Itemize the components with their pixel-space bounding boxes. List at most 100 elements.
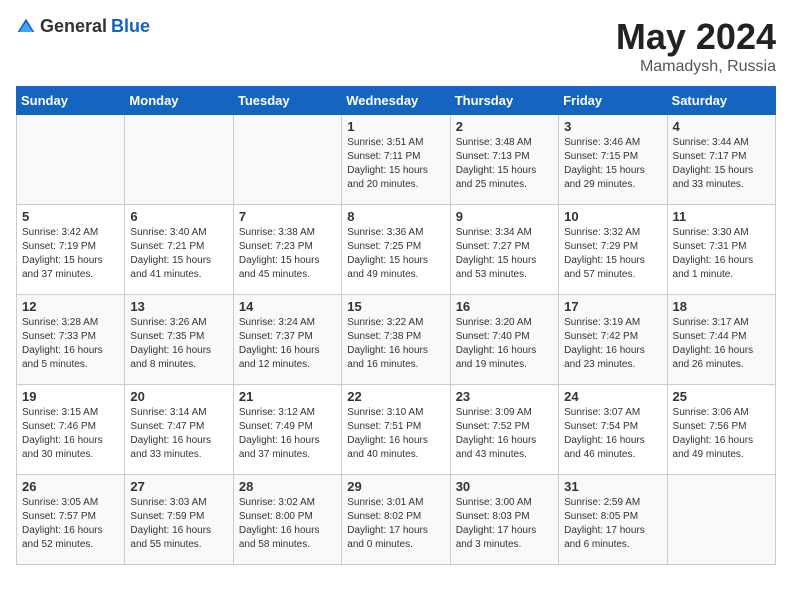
- day-number: 27: [130, 479, 227, 494]
- calendar-week-row: 1 Sunrise: 3:51 AM Sunset: 7:11 PM Daylig…: [17, 115, 776, 205]
- calendar-day-cell: [125, 115, 233, 205]
- calendar-day-cell: 7 Sunrise: 3:38 AM Sunset: 7:23 PM Daylig…: [233, 205, 341, 295]
- day-number: 3: [564, 119, 661, 134]
- day-number: 1: [347, 119, 444, 134]
- calendar-day-cell: 29Sunrise: 3:01 AM Sunset: 8:02 PM Dayli…: [342, 475, 450, 565]
- calendar-day-cell: [17, 115, 125, 205]
- header: GeneralBlue May 2024 Mamadysh, Russia: [16, 16, 776, 76]
- calendar-day-cell: 9 Sunrise: 3:34 AM Sunset: 7:27 PM Daylig…: [450, 205, 558, 295]
- day-info: Sunrise: 3:34 AM Sunset: 7:27 PM Dayligh…: [456, 226, 553, 282]
- day-number: 20: [130, 389, 227, 404]
- day-number: 21: [239, 389, 336, 404]
- logo: GeneralBlue: [16, 16, 150, 37]
- day-info: Sunrise: 3:48 AM Sunset: 7:13 PM Dayligh…: [456, 136, 553, 192]
- calendar-day-cell: 18 Sunrise: 3:17 AM Sunset: 7:44 PM Dayli…: [667, 295, 775, 385]
- day-of-week-header: Monday: [125, 87, 233, 115]
- calendar-day-cell: 22Sunrise: 3:10 AM Sunset: 7:51 PM Dayli…: [342, 385, 450, 475]
- day-info: Sunrise: 3:02 AM Sunset: 8:00 PM Dayligh…: [239, 496, 336, 552]
- day-number: 22: [347, 389, 444, 404]
- calendar-day-cell: 20 Sunrise: 3:14 AM Sunset: 7:47 PM Dayli…: [125, 385, 233, 475]
- day-number: 4: [673, 119, 770, 134]
- day-number: 2: [456, 119, 553, 134]
- day-info: Sunrise: 3:44 AM Sunset: 7:17 PM Dayligh…: [673, 136, 770, 192]
- title-area: May 2024 Mamadysh, Russia: [616, 16, 776, 76]
- calendar-day-cell: [667, 475, 775, 565]
- calendar-location: Mamadysh, Russia: [616, 58, 776, 76]
- day-info: Sunrise: 3:12 AM Sunset: 7:49 PM Dayligh…: [239, 406, 336, 462]
- day-info: Sunrise: 3:09 AM Sunset: 7:52 PM Dayligh…: [456, 406, 553, 462]
- calendar-day-cell: 12Sunrise: 3:28 AM Sunset: 7:33 PM Dayli…: [17, 295, 125, 385]
- day-of-week-header: Friday: [559, 87, 667, 115]
- day-number: 12: [22, 299, 119, 314]
- day-info: Sunrise: 3:05 AM Sunset: 7:57 PM Dayligh…: [22, 496, 119, 552]
- day-info: Sunrise: 3:36 AM Sunset: 7:25 PM Dayligh…: [347, 226, 444, 282]
- calendar-day-cell: 17 Sunrise: 3:19 AM Sunset: 7:42 PM Dayli…: [559, 295, 667, 385]
- day-info: Sunrise: 3:14 AM Sunset: 7:47 PM Dayligh…: [130, 406, 227, 462]
- day-info: Sunrise: 3:46 AM Sunset: 7:15 PM Dayligh…: [564, 136, 661, 192]
- day-number: 28: [239, 479, 336, 494]
- day-number: 9: [456, 209, 553, 224]
- calendar-day-cell: 6 Sunrise: 3:40 AM Sunset: 7:21 PM Daylig…: [125, 205, 233, 295]
- day-number: 24: [564, 389, 661, 404]
- day-info: Sunrise: 3:32 AM Sunset: 7:29 PM Dayligh…: [564, 226, 661, 282]
- calendar-day-cell: 28 Sunrise: 3:02 AM Sunset: 8:00 PM Dayli…: [233, 475, 341, 565]
- calendar-day-cell: 2 Sunrise: 3:48 AM Sunset: 7:13 PM Daylig…: [450, 115, 558, 205]
- day-info: Sunrise: 2:59 AM Sunset: 8:05 PM Dayligh…: [564, 496, 661, 552]
- day-number: 25: [673, 389, 770, 404]
- day-number: 19: [22, 389, 119, 404]
- day-info: Sunrise: 3:19 AM Sunset: 7:42 PM Dayligh…: [564, 316, 661, 372]
- calendar-day-cell: 26 Sunrise: 3:05 AM Sunset: 7:57 PM Dayli…: [17, 475, 125, 565]
- day-info: Sunrise: 3:24 AM Sunset: 7:37 PM Dayligh…: [239, 316, 336, 372]
- day-number: 31: [564, 479, 661, 494]
- calendar-week-row: 12Sunrise: 3:28 AM Sunset: 7:33 PM Dayli…: [17, 295, 776, 385]
- calendar-day-cell: 11Sunrise: 3:30 AM Sunset: 7:31 PM Dayli…: [667, 205, 775, 295]
- calendar-day-cell: 10 Sunrise: 3:32 AM Sunset: 7:29 PM Dayli…: [559, 205, 667, 295]
- calendar-day-cell: 15 Sunrise: 3:22 AM Sunset: 7:38 PM Dayli…: [342, 295, 450, 385]
- calendar-body: 1 Sunrise: 3:51 AM Sunset: 7:11 PM Daylig…: [17, 115, 776, 565]
- day-number: 15: [347, 299, 444, 314]
- day-number: 16: [456, 299, 553, 314]
- calendar-day-cell: 5Sunrise: 3:42 AM Sunset: 7:19 PM Daylig…: [17, 205, 125, 295]
- calendar-day-cell: 24 Sunrise: 3:07 AM Sunset: 7:54 PM Dayli…: [559, 385, 667, 475]
- day-number: 29: [347, 479, 444, 494]
- calendar-day-cell: 1 Sunrise: 3:51 AM Sunset: 7:11 PM Daylig…: [342, 115, 450, 205]
- day-info: Sunrise: 3:07 AM Sunset: 7:54 PM Dayligh…: [564, 406, 661, 462]
- day-info: Sunrise: 3:26 AM Sunset: 7:35 PM Dayligh…: [130, 316, 227, 372]
- day-info: Sunrise: 3:00 AM Sunset: 8:03 PM Dayligh…: [456, 496, 553, 552]
- day-number: 10: [564, 209, 661, 224]
- calendar-title: May 2024: [616, 16, 776, 58]
- day-number: 18: [673, 299, 770, 314]
- day-of-week-header: Wednesday: [342, 87, 450, 115]
- calendar-table: SundayMondayTuesdayWednesdayThursdayFrid…: [16, 86, 776, 565]
- day-number: 17: [564, 299, 661, 314]
- day-info: Sunrise: 3:22 AM Sunset: 7:38 PM Dayligh…: [347, 316, 444, 372]
- calendar-day-cell: [233, 115, 341, 205]
- day-info: Sunrise: 3:38 AM Sunset: 7:23 PM Dayligh…: [239, 226, 336, 282]
- day-number: 26: [22, 479, 119, 494]
- day-info: Sunrise: 3:15 AM Sunset: 7:46 PM Dayligh…: [22, 406, 119, 462]
- calendar-week-row: 19 Sunrise: 3:15 AM Sunset: 7:46 PM Dayli…: [17, 385, 776, 475]
- logo-icon: [16, 17, 36, 37]
- calendar-week-row: 26 Sunrise: 3:05 AM Sunset: 7:57 PM Dayli…: [17, 475, 776, 565]
- day-number: 8: [347, 209, 444, 224]
- calendar-day-cell: 27Sunrise: 3:03 AM Sunset: 7:59 PM Dayli…: [125, 475, 233, 565]
- day-number: 14: [239, 299, 336, 314]
- calendar-day-cell: 13Sunrise: 3:26 AM Sunset: 7:35 PM Dayli…: [125, 295, 233, 385]
- day-info: Sunrise: 3:40 AM Sunset: 7:21 PM Dayligh…: [130, 226, 227, 282]
- days-of-week-row: SundayMondayTuesdayWednesdayThursdayFrid…: [17, 87, 776, 115]
- calendar-header: SundayMondayTuesdayWednesdayThursdayFrid…: [17, 87, 776, 115]
- day-info: Sunrise: 3:06 AM Sunset: 7:56 PM Dayligh…: [673, 406, 770, 462]
- calendar-day-cell: 23Sunrise: 3:09 AM Sunset: 7:52 PM Dayli…: [450, 385, 558, 475]
- logo-blue-text: Blue: [111, 16, 150, 37]
- day-of-week-header: Sunday: [17, 87, 125, 115]
- calendar-day-cell: 30Sunrise: 3:00 AM Sunset: 8:03 PM Dayli…: [450, 475, 558, 565]
- calendar-day-cell: 3 Sunrise: 3:46 AM Sunset: 7:15 PM Daylig…: [559, 115, 667, 205]
- day-number: 6: [130, 209, 227, 224]
- calendar-day-cell: 31 Sunrise: 2:59 AM Sunset: 8:05 PM Dayli…: [559, 475, 667, 565]
- calendar-day-cell: 4 Sunrise: 3:44 AM Sunset: 7:17 PM Daylig…: [667, 115, 775, 205]
- day-number: 7: [239, 209, 336, 224]
- day-number: 11: [673, 209, 770, 224]
- day-info: Sunrise: 3:17 AM Sunset: 7:44 PM Dayligh…: [673, 316, 770, 372]
- day-info: Sunrise: 3:51 AM Sunset: 7:11 PM Dayligh…: [347, 136, 444, 192]
- calendar-week-row: 5Sunrise: 3:42 AM Sunset: 7:19 PM Daylig…: [17, 205, 776, 295]
